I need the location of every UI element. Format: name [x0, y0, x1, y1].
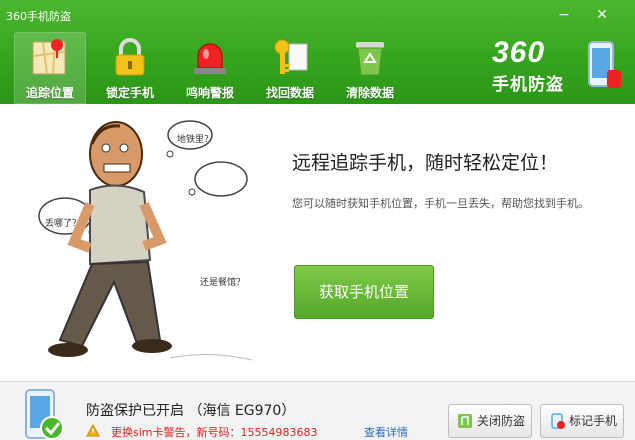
nav-label: 清除数据 — [345, 86, 394, 100]
button-label: 标记手机 — [569, 414, 618, 428]
page-description: 您可以随时获知手机位置，手机一旦丢失，帮助您找到手机。 — [292, 197, 589, 210]
phone-mark-icon — [551, 413, 565, 429]
key-icon — [274, 39, 308, 74]
bubble-subway: 地铁里？ — [177, 135, 214, 145]
minimize-button[interactable]: − — [554, 6, 574, 24]
view-details-link[interactable]: 查看详情 — [364, 424, 408, 440]
nav-label: 找回数据 — [265, 86, 314, 100]
nav-wipe-data[interactable]: 清除数据 — [334, 32, 406, 104]
warning-icon — [86, 424, 100, 437]
brand-logo: 360 手机防盗 — [492, 36, 564, 96]
protected-phone-icon — [25, 389, 64, 440]
siren-icon — [194, 43, 226, 74]
nav-lock-phone[interactable]: 锁定手机 — [94, 32, 166, 104]
disable-protection-button[interactable]: 关闭防盗 — [448, 404, 532, 438]
nav-label: 追踪位置 — [25, 86, 74, 100]
protection-status: 防盗保护已开启 （海信 EG970） — [86, 403, 296, 419]
close-window-button[interactable]: ✕ — [592, 6, 612, 24]
button-label: 关闭防盗 — [477, 414, 526, 428]
bubble-restaurant: 还是餐馆？ — [200, 278, 246, 288]
recycle-bin-icon — [356, 42, 384, 76]
status-footer: 防盗保护已开启 （海信 EG970） 更换sim卡警告，新号码：15554983… — [0, 381, 635, 440]
nav-sound-alarm[interactable]: 鸣响警报 — [174, 32, 246, 104]
bubble-where-lost: 丢哪了？ — [45, 219, 82, 229]
phone-shield-icon — [588, 41, 621, 88]
window-title: 360手机防盗 — [6, 10, 71, 23]
header-bar: 360手机防盗 − ✕ 追踪位置 锁定手机 鸣响警报 找回数据 清除数据 360… — [0, 0, 635, 104]
nav-label: 鸣响警报 — [185, 86, 234, 100]
map-pin-icon — [32, 39, 66, 75]
title-bar: 360手机防盗 − ✕ — [0, 0, 635, 30]
nav-recover-data[interactable]: 找回数据 — [254, 32, 326, 104]
nav-label: 锁定手机 — [105, 86, 154, 100]
logo-number: 360 — [492, 36, 546, 69]
padlock-icon — [115, 38, 145, 76]
nav-track-location[interactable]: 追踪位置 — [14, 32, 86, 104]
shield-off-icon — [458, 414, 472, 428]
sim-change-warning: 更换sim卡警告，新号码：15554983683 — [111, 426, 318, 439]
logo-subtitle: 手机防盗 — [492, 75, 564, 95]
get-location-button[interactable]: 获取手机位置 — [294, 265, 434, 319]
worried-man-illustration — [38, 120, 253, 361]
page-headline: 远程追踪手机，随时轻松定位！ — [292, 152, 559, 174]
mark-phone-button[interactable]: 标记手机 — [540, 404, 624, 438]
main-content: 丢哪了？ 地铁里？ 还是餐馆？ — [0, 104, 635, 381]
main-nav: 追踪位置 锁定手机 鸣响警报 找回数据 清除数据 — [14, 32, 414, 104]
